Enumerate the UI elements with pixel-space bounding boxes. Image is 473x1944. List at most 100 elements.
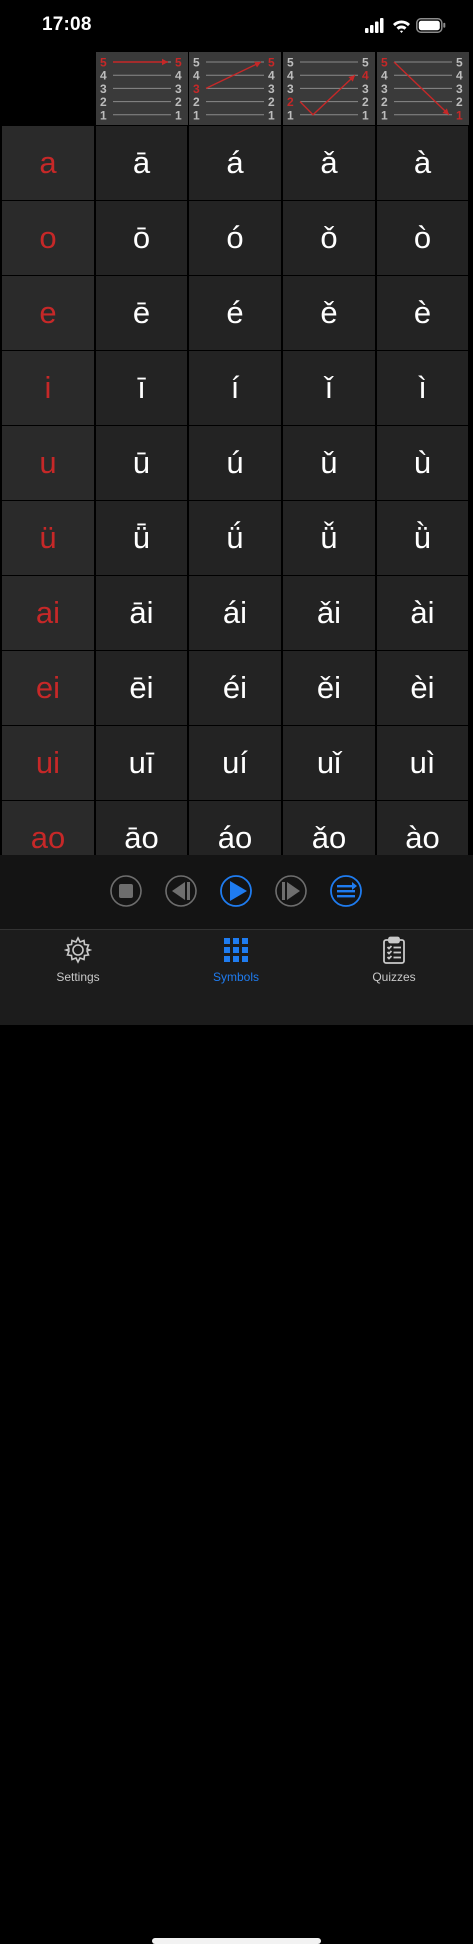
tone-scale-label-left: 1 [100, 108, 107, 122]
syllable-row: ei ēi éi ěi èi [0, 651, 473, 725]
status-icons [365, 16, 447, 36]
tone-scale-label-right: 3 [268, 82, 275, 96]
tone-4-cell[interactable]: ài [377, 576, 468, 650]
tone-contour-line [299, 74, 356, 116]
row-label[interactable]: e [2, 276, 94, 350]
tone-scale-label-right: 5 [456, 56, 463, 70]
tone-3-cell[interactable]: ěi [283, 651, 375, 725]
tone-2-cell[interactable]: áo [189, 801, 281, 855]
tone-3-header[interactable]: 5544332211 [283, 52, 375, 125]
tone-3-cell[interactable]: ǎi [283, 576, 375, 650]
tone-scale-label-right: 1 [268, 108, 275, 122]
tone-2-cell[interactable]: ái [189, 576, 281, 650]
tone-4-cell[interactable]: ò [377, 201, 468, 275]
rewind-button[interactable] [165, 875, 197, 907]
stop-button[interactable] [110, 875, 142, 907]
tab-symbols[interactable]: Symbols [176, 930, 296, 1000]
tone-1-cell[interactable]: ī [96, 351, 187, 425]
tone-4-cell[interactable]: uì [377, 726, 468, 800]
list-icon [330, 875, 362, 907]
tone-1-cell[interactable]: ē [96, 276, 187, 350]
tone-scale-label-left: 1 [381, 108, 388, 122]
tone-scale-label-right: 2 [268, 95, 275, 109]
tone-scale-label-left: 3 [287, 82, 294, 96]
forward-button[interactable] [275, 875, 307, 907]
battery-icon [416, 18, 446, 33]
tone-4-cell[interactable]: èi [377, 651, 468, 725]
tone-scale-label-left: 5 [287, 56, 294, 70]
tone-1-cell[interactable]: uī [96, 726, 187, 800]
tone-scale-label-left: 2 [100, 95, 107, 109]
tone-2-cell[interactable]: í [189, 351, 281, 425]
tone-1-cell[interactable]: ǖ [96, 501, 187, 575]
syllable-row: u ū ú ǔ ù [0, 426, 473, 500]
tone-1-header[interactable]: 5544332211 [96, 52, 188, 125]
gear-icon [64, 936, 92, 964]
tone-2-cell[interactable]: ǘ [189, 501, 281, 575]
tone-1-cell[interactable]: ā [96, 126, 187, 200]
row-label[interactable]: i [2, 351, 94, 425]
tone-scale-label-right: 1 [456, 108, 463, 122]
tone-4-header[interactable]: 5544332211 [377, 52, 469, 125]
tone-scale-label-left: 1 [287, 108, 294, 122]
row-label[interactable]: ai [2, 576, 94, 650]
tone-scale-label-left: 4 [100, 69, 107, 83]
row-label[interactable]: ü [2, 501, 94, 575]
tone-3-cell[interactable]: ě [283, 276, 375, 350]
tone-3-cell[interactable]: ǎ [283, 126, 375, 200]
tone-1-cell[interactable]: ēi [96, 651, 187, 725]
tone-3-cell[interactable]: ǚ [283, 501, 375, 575]
tab-quizzes[interactable]: Quizzes [334, 930, 454, 1000]
tone-scale-label-right: 4 [175, 69, 182, 83]
tone-scale-label-right: 2 [175, 95, 182, 109]
tone-scale-label-right: 4 [456, 69, 463, 83]
tone-3-cell[interactable]: ǐ [283, 351, 375, 425]
tone-scale-label-left: 4 [193, 69, 200, 83]
row-label[interactable]: a [2, 126, 94, 200]
tone-4-cell[interactable]: ì [377, 351, 468, 425]
syllable-row: ao āo áo ǎo ào [0, 801, 473, 855]
tone-4-cell[interactable]: ù [377, 426, 468, 500]
row-label[interactable]: u [2, 426, 94, 500]
tone-4-cell[interactable]: ǜ [377, 501, 468, 575]
tone-4-cell[interactable]: à [377, 126, 468, 200]
tone-1-cell[interactable]: āo [96, 801, 187, 855]
tone-1-cell[interactable]: ō [96, 201, 187, 275]
home-indicator [152, 1938, 321, 1944]
tone-2-cell[interactable]: ó [189, 201, 281, 275]
syllable-row: ui uī uí uǐ uì [0, 726, 473, 800]
tone-contour-arrowhead [162, 58, 168, 66]
tone-2-cell[interactable]: é [189, 276, 281, 350]
tab-settings[interactable]: Settings [18, 930, 138, 1000]
tone-headers: 5544332211 5544332211 5544332211 5544332… [0, 52, 473, 125]
tab-bar: Settings Symbols Quizzes [0, 929, 473, 1944]
tone-scale-label-left: 4 [381, 69, 388, 83]
tone-scale-label-left: 5 [100, 56, 107, 70]
tone-3-cell[interactable]: uǐ [283, 726, 375, 800]
row-label[interactable]: ui [2, 726, 94, 800]
tone-3-cell[interactable]: ǔ [283, 426, 375, 500]
tone-scale-label-right: 3 [456, 82, 463, 96]
tone-scale-label-right: 4 [268, 69, 275, 83]
tone-scale-label-right: 2 [362, 95, 369, 109]
playlist-button[interactable] [330, 875, 362, 907]
tone-4-cell[interactable]: è [377, 276, 468, 350]
tone-2-cell[interactable]: ú [189, 426, 281, 500]
row-label[interactable]: ao [2, 801, 94, 855]
tone-2-cell[interactable]: uí [189, 726, 281, 800]
row-label[interactable]: o [2, 201, 94, 275]
play-button[interactable] [220, 875, 252, 907]
tone-scale-label-right: 5 [268, 56, 275, 70]
syllable-row: i ī í ǐ ì [0, 351, 473, 425]
tone-2-header[interactable]: 5544332211 [189, 52, 281, 125]
tone-1-cell[interactable]: ū [96, 426, 187, 500]
tone-3-cell[interactable]: ǎo [283, 801, 375, 855]
tone-2-cell[interactable]: á [189, 126, 281, 200]
tone-4-cell[interactable]: ào [377, 801, 468, 855]
tone-2-cell[interactable]: éi [189, 651, 281, 725]
row-label[interactable]: ei [2, 651, 94, 725]
tone-scale-label-left: 5 [193, 56, 200, 70]
tone-1-cell[interactable]: āi [96, 576, 187, 650]
tone-scale-label-left: 4 [287, 69, 294, 83]
tone-3-cell[interactable]: ǒ [283, 201, 375, 275]
